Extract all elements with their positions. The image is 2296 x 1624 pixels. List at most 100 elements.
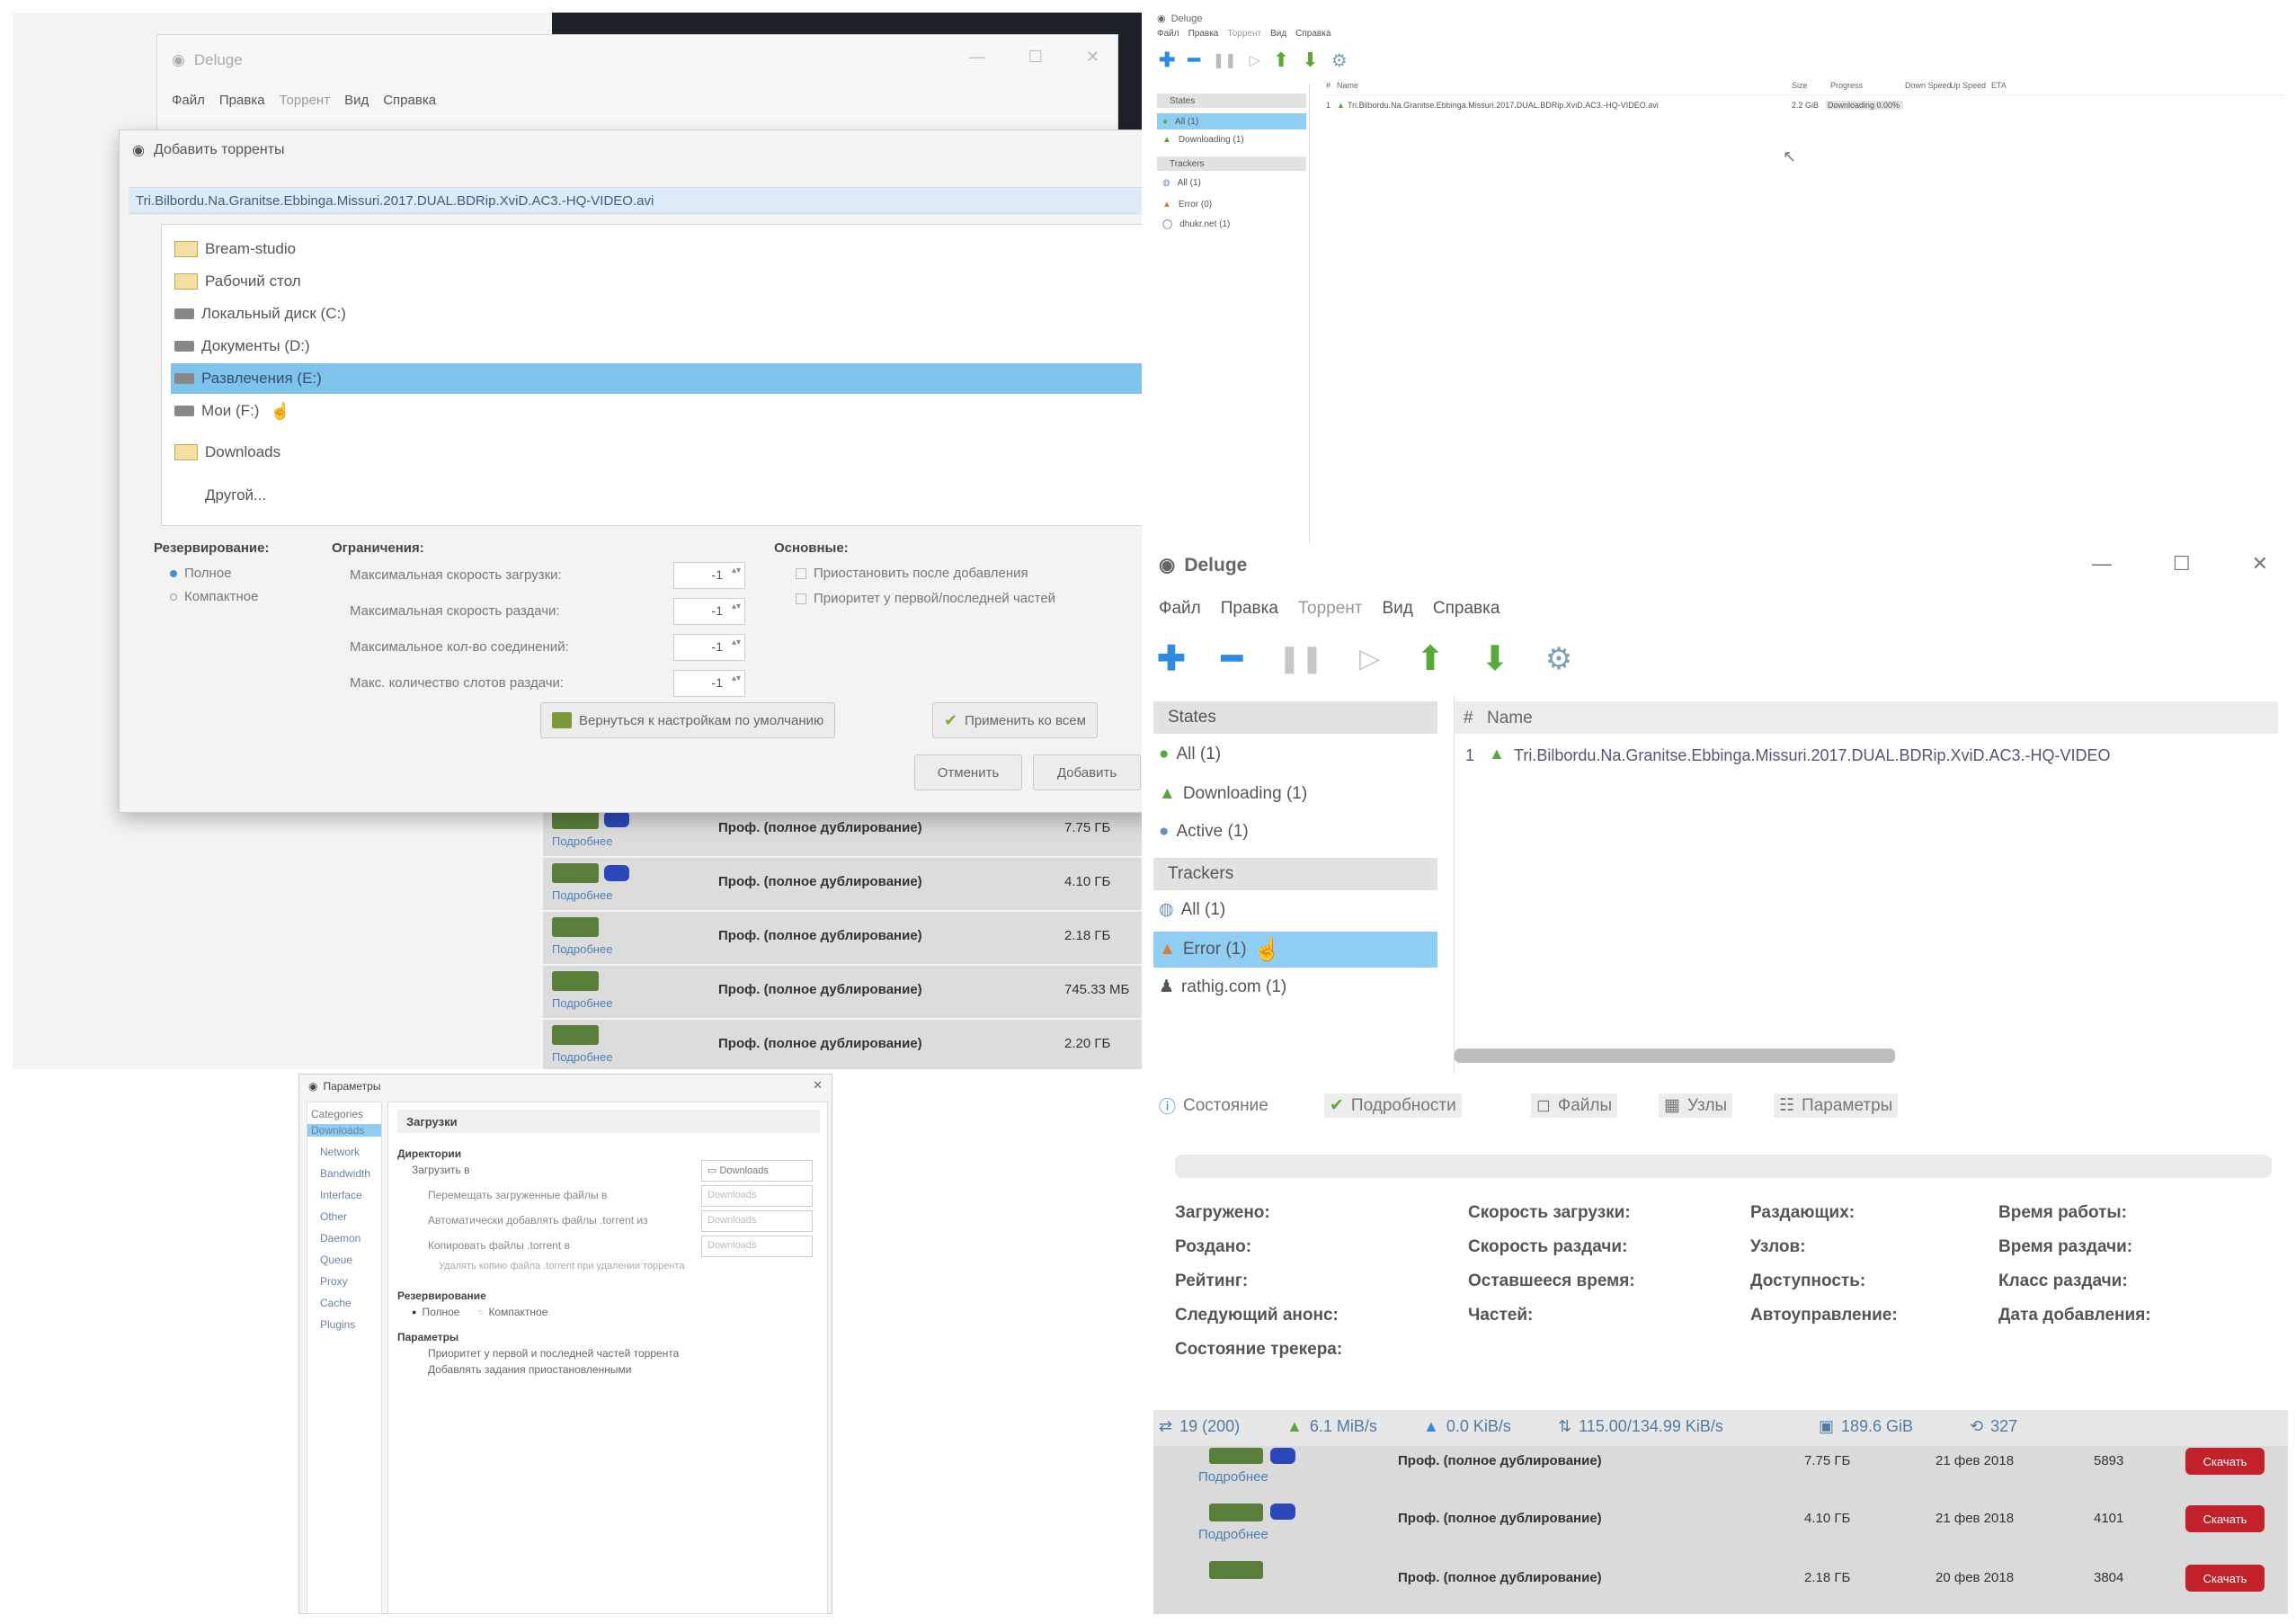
move-completed-chooser[interactable]: Downloads xyxy=(701,1185,813,1207)
tab-options[interactable]: ☷ Параметры xyxy=(1774,1093,1899,1118)
close-icon[interactable]: ✕ xyxy=(813,1078,823,1093)
dropdown-item[interactable]: Bream-studio xyxy=(171,234,1142,264)
resume-icon[interactable]: ▷ xyxy=(1359,643,1380,674)
col-up-speed[interactable]: Up Speed xyxy=(1950,81,1986,90)
download-folder-dropdown[interactable]: Bream-studio Рабочий стол Локальный диск… xyxy=(161,224,1142,526)
delete-copy-checkbox[interactable]: Удалять копию файла .torrent при удалени… xyxy=(439,1261,685,1272)
download-speed-status[interactable]: ▲ 6.1 MiB/s xyxy=(1286,1417,1377,1436)
add-torrent-icon[interactable]: ✚ xyxy=(1159,49,1175,72)
queue-up-icon[interactable]: ⬆ xyxy=(1273,49,1289,72)
copy-torrent-checkbox[interactable]: Копировать файлы .torrent в xyxy=(428,1239,570,1252)
max-connections-spinner[interactable]: -1 xyxy=(673,634,745,661)
maximize-icon[interactable]: ☐ xyxy=(1028,48,1043,67)
menu-help[interactable]: Справка xyxy=(1295,29,1330,39)
copy-torrent-chooser[interactable]: Downloads xyxy=(701,1236,813,1257)
menu-file[interactable]: Файл xyxy=(1157,29,1179,39)
radio-full[interactable]: Полное xyxy=(170,566,232,581)
max-download-speed-spinner[interactable]: -1 xyxy=(673,562,745,589)
dropdown-item[interactable]: Локальный диск (C:) xyxy=(171,299,1142,329)
add-paused-checkbox[interactable]: Добавлять задания приостановленными xyxy=(428,1363,631,1376)
dht-status[interactable]: ⟲ 327 xyxy=(1970,1417,2017,1436)
sidebar-item-error[interactable]: ▲ Error (1) ☝ xyxy=(1153,932,1437,968)
sidebar-item-tracker-host[interactable]: ♟ rathig.com (1) xyxy=(1159,977,1286,997)
download-button[interactable]: Скачать xyxy=(2185,1505,2265,1532)
category-bandwidth[interactable]: Bandwidth xyxy=(320,1167,370,1180)
preferences-icon[interactable]: ⚙ xyxy=(1545,641,1572,677)
dropdown-item[interactable]: Рабочий стол xyxy=(171,266,1142,297)
category-daemon[interactable]: Daemon xyxy=(320,1232,360,1245)
auto-add-chooser[interactable]: Downloads xyxy=(701,1210,813,1232)
maximize-icon[interactable]: ☐ xyxy=(2173,552,2191,576)
tab-files[interactable]: ◻ Файлы xyxy=(1531,1093,1618,1118)
queue-up-icon[interactable]: ⬆ xyxy=(1416,638,1445,679)
menu-view[interactable]: Вид xyxy=(344,93,369,108)
tab-status[interactable]: ⓘ Состояние xyxy=(1159,1093,1268,1118)
table-row[interactable]: 1 ▲ Tri.Bilbordu.Na.Granitse.Ebbinga.Mis… xyxy=(1322,101,2284,117)
radio-compact[interactable]: Компактное xyxy=(170,589,258,604)
torrent-list-item[interactable]: Tri.Bilbordu.Na.Granitse.Ebbinga.Missuri… xyxy=(129,187,1142,214)
sidebar-item-all[interactable]: ● All (1) xyxy=(1157,113,1306,129)
menu-edit[interactable]: Правка xyxy=(1221,599,1278,619)
category-cache[interactable]: Cache xyxy=(320,1297,352,1309)
sidebar-header-states[interactable]: States xyxy=(1153,701,1437,734)
connections-status[interactable]: ⇄ 19 (200) xyxy=(1159,1417,1240,1436)
menu-view[interactable]: Вид xyxy=(1383,599,1413,619)
tab-peers[interactable]: ▦ Узлы xyxy=(1659,1093,1733,1118)
add-paused-checkbox[interactable]: Приостановить после добавления xyxy=(796,566,1028,581)
prioritize-first-last-checkbox[interactable]: Приоритет у первой/последней частей xyxy=(796,591,1055,606)
auto-add-checkbox[interactable]: Автоматически добавлять файлы .torrent и… xyxy=(428,1214,648,1227)
col-size[interactable]: Size xyxy=(1792,81,1808,90)
close-icon[interactable]: ✕ xyxy=(2252,552,2268,576)
minimize-icon[interactable]: — xyxy=(969,48,985,67)
dropdown-item[interactable]: Документы (D:) xyxy=(171,331,1142,361)
dropdown-item[interactable]: Downloads xyxy=(171,437,1142,468)
queue-down-icon[interactable]: ⬇ xyxy=(1481,638,1509,679)
radio-full[interactable]: ● Полное xyxy=(412,1306,459,1318)
menu-view[interactable]: Вид xyxy=(1270,29,1286,39)
tab-details[interactable]: ✔ Подробности xyxy=(1324,1093,1462,1118)
menu-torrent[interactable]: Торрент xyxy=(1227,29,1261,39)
col-progress[interactable]: Progress xyxy=(1830,81,1863,90)
sidebar-item-downloading[interactable]: ▲ Downloading (1) xyxy=(1159,784,1307,804)
prioritize-first-last-checkbox[interactable]: Приоритет у первой и последней частей то… xyxy=(428,1347,679,1360)
menu-help[interactable]: Справка xyxy=(1433,599,1500,619)
sidebar-item-all[interactable]: ● All (1) xyxy=(1159,745,1221,764)
move-completed-checkbox[interactable]: Перемещать загруженные файлы в xyxy=(428,1189,607,1201)
category-interface[interactable]: Interface xyxy=(320,1189,362,1201)
category-other[interactable]: Other xyxy=(320,1210,347,1223)
dropdown-item-selected[interactable]: Развлечения (E:) xyxy=(171,363,1142,394)
col-num[interactable]: # xyxy=(1326,81,1330,90)
protocol-traffic-status[interactable]: ⇅ 115.00/134.99 KiB/s xyxy=(1558,1417,1723,1436)
dropdown-item[interactable]: Мои (F:) ☝ xyxy=(171,396,1142,426)
resume-icon[interactable]: ▷ xyxy=(1250,51,1260,69)
sidebar-item-trackers-all[interactable]: ◍ All (1) xyxy=(1159,899,1225,920)
menu-file[interactable]: Файл xyxy=(172,93,205,108)
col-eta[interactable]: ETA xyxy=(1991,81,2007,90)
apply-to-all-button[interactable]: ✔ Применить ко всем xyxy=(932,702,1098,738)
close-icon[interactable]: ✕ xyxy=(1086,48,1099,67)
sidebar-item-active[interactable]: ● Active (1) xyxy=(1159,822,1249,842)
add-torrent-icon[interactable]: ✚ xyxy=(1157,638,1186,679)
dropdown-item[interactable]: Другой... xyxy=(171,480,1142,511)
download-button[interactable]: Скачать xyxy=(2185,1448,2265,1475)
queue-down-icon[interactable]: ⬇ xyxy=(1302,49,1318,72)
sidebar-header-trackers[interactable]: Trackers xyxy=(1157,156,1306,171)
category-network[interactable]: Network xyxy=(320,1146,360,1158)
radio-compact[interactable]: ○ Компактное xyxy=(478,1306,547,1318)
minimize-icon[interactable]: — xyxy=(2092,552,2112,576)
category-queue[interactable]: Queue xyxy=(320,1254,352,1266)
table-row[interactable]: 1 ▲ Tri.Bilbordu.Na.Granitse.Ebbinga.Mis… xyxy=(1455,741,2278,772)
revert-defaults-button[interactable]: Вернуться к настройкам по умолчанию xyxy=(540,702,836,738)
menu-edit[interactable]: Правка xyxy=(219,93,265,108)
preferences-icon[interactable]: ⚙ xyxy=(1331,49,1348,72)
sidebar-item-trackers-all[interactable]: ◍ All (1) xyxy=(1162,178,1201,188)
menu-torrent[interactable]: Торрент xyxy=(1298,599,1363,619)
sidebar-item-error[interactable]: ▲ Error (0) xyxy=(1162,200,1212,210)
free-space-status[interactable]: ▣ 189.6 GiB xyxy=(1819,1417,1913,1436)
sidebar-item-downloading[interactable]: ▲ Downloading (1) xyxy=(1162,135,1244,145)
category-plugins[interactable]: Plugins xyxy=(320,1318,355,1331)
col-name[interactable]: Name xyxy=(1487,709,1533,728)
remove-torrent-icon[interactable]: ━ xyxy=(1222,638,1242,679)
col-down-speed[interactable]: Down Speed xyxy=(1905,81,1952,90)
add-button[interactable]: Добавить xyxy=(1033,754,1141,790)
